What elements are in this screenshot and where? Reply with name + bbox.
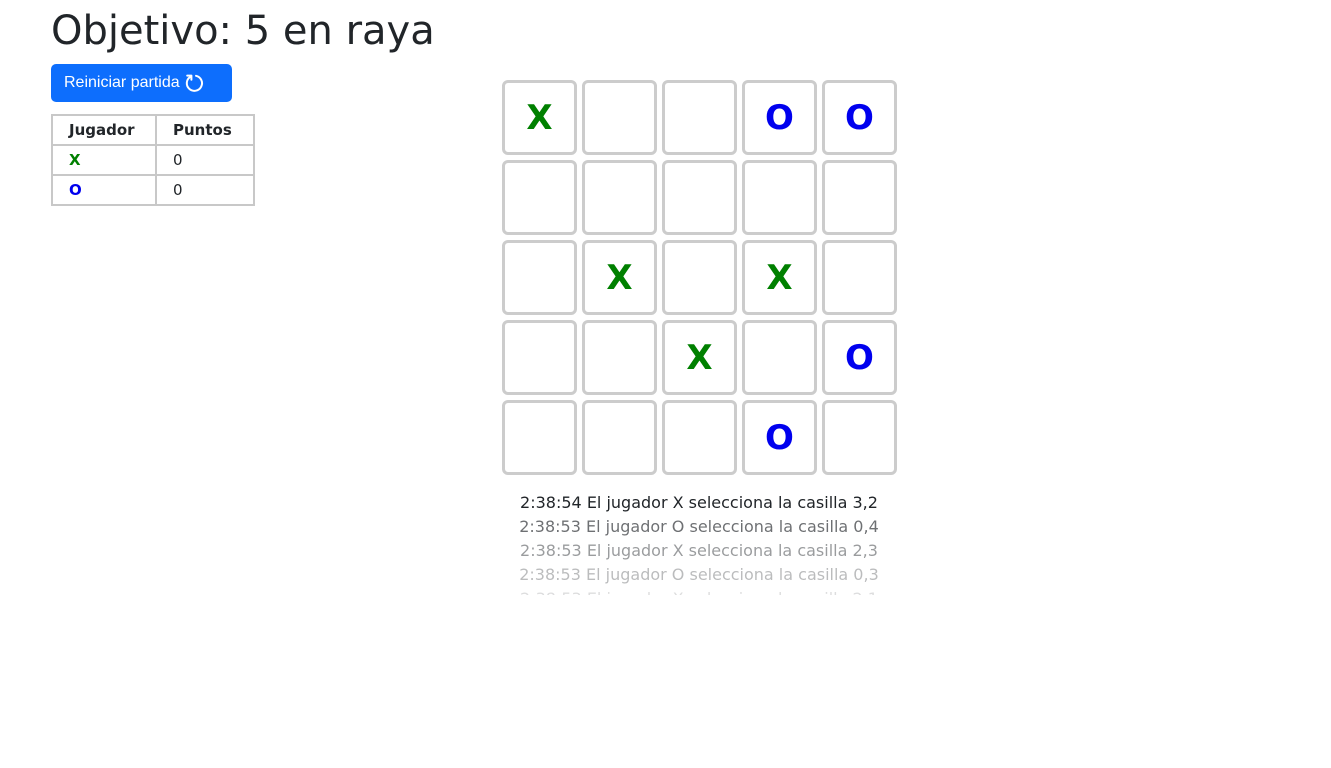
board-cell-3-2[interactable]: X xyxy=(662,320,737,395)
log-entry: 2:38:53 El jugador X selecciona la casil… xyxy=(520,541,878,560)
page-title: Objetivo: 5 en raya xyxy=(51,8,435,54)
board-cell-1-0[interactable] xyxy=(502,160,577,235)
reset-game-label: Reiniciar partida xyxy=(64,74,180,91)
log-entry: 2:38:54 El jugador X selecciona la casil… xyxy=(520,493,878,512)
board-cell-2-2[interactable] xyxy=(662,240,737,315)
board-cell-0-3[interactable]: O xyxy=(742,80,817,155)
board-cell-3-4[interactable]: O xyxy=(822,320,897,395)
board-cell-0-2[interactable] xyxy=(662,80,737,155)
game-board: XOOXXXOO xyxy=(502,80,897,475)
log-entry: 2:38:53 El jugador X selecciona la casil… xyxy=(502,587,896,595)
board-cell-2-3[interactable]: X xyxy=(742,240,817,315)
move-log: 2:38:54 El jugador X selecciona la casil… xyxy=(502,491,896,595)
board-cell-0-0[interactable]: X xyxy=(502,80,577,155)
player-points-x: 0 xyxy=(155,144,255,176)
board-cell-4-0[interactable] xyxy=(502,400,577,475)
board-cell-1-1[interactable] xyxy=(582,160,657,235)
board-cell-1-4[interactable] xyxy=(822,160,897,235)
player-name-x: X xyxy=(51,144,157,176)
table-row: X 0 xyxy=(51,144,255,176)
player-points-o: 0 xyxy=(155,174,255,206)
refresh-icon xyxy=(183,72,205,94)
header-player: Jugador xyxy=(51,114,157,146)
table-row: O 0 xyxy=(51,174,255,206)
header-points: Puntos xyxy=(155,114,255,146)
reset-game-button[interactable]: Reiniciar partida xyxy=(51,64,232,102)
board-cell-3-0[interactable] xyxy=(502,320,577,395)
board-cell-4-1[interactable] xyxy=(582,400,657,475)
board-cell-2-1[interactable]: X xyxy=(582,240,657,315)
board-cell-3-1[interactable] xyxy=(582,320,657,395)
board-cell-2-4[interactable] xyxy=(822,240,897,315)
board-cell-3-3[interactable] xyxy=(742,320,817,395)
board-cell-4-3[interactable]: O xyxy=(742,400,817,475)
scoreboard-table: Jugador Puntos X 0 O 0 xyxy=(51,114,255,206)
board-cell-4-4[interactable] xyxy=(822,400,897,475)
scoreboard-header-row: Jugador Puntos xyxy=(51,114,255,146)
board-cell-1-3[interactable] xyxy=(742,160,817,235)
player-name-o: O xyxy=(51,174,157,206)
board-cell-2-0[interactable] xyxy=(502,240,577,315)
board-cell-4-2[interactable] xyxy=(662,400,737,475)
board-cell-0-1[interactable] xyxy=(582,80,657,155)
log-entry: 2:38:53 El jugador O selecciona la casil… xyxy=(519,517,879,536)
board-cell-0-4[interactable]: O xyxy=(822,80,897,155)
log-entry: 2:38:53 El jugador O selecciona la casil… xyxy=(519,565,879,584)
board-cell-1-2[interactable] xyxy=(662,160,737,235)
